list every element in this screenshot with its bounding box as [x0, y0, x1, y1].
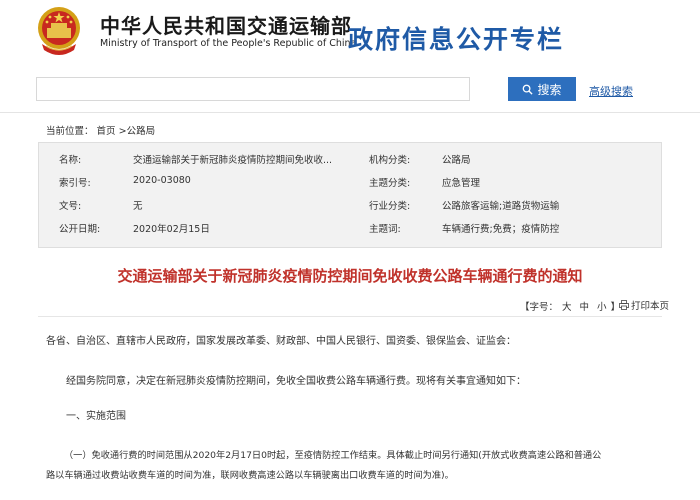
body-paragraph: 各省、自治区、直辖市人民政府，国家发展改革委、财政部、中国人民银行、国资委、银保…	[46, 336, 516, 347]
search-bar: 搜索 高级搜索	[36, 77, 668, 103]
search-input[interactable]	[36, 77, 470, 101]
meta-label: 索引号:	[59, 178, 91, 189]
font-size-label: 【字号：	[520, 302, 559, 313]
ministry-name-cn: 中华人民共和国交通运输部	[100, 14, 352, 38]
site-header: 中华人民共和国交通运输部 Ministry of Transport of th…	[0, 0, 700, 72]
meta-row: 索引号: 2020-03080 主题分类: 应急管理	[39, 175, 663, 197]
meta-value: 2020年02月15日	[133, 224, 210, 235]
ministry-name-en: Ministry of Transport of the People's Re…	[100, 38, 357, 49]
meta-value: 公路局	[442, 155, 471, 166]
search-icon	[523, 84, 534, 95]
meta-value: 无	[133, 201, 143, 212]
meta-label: 主题分类:	[369, 178, 411, 189]
meta-row: 公开日期: 2020年02月15日 主题词: 车辆通行费;免费；疫情防控	[39, 221, 663, 243]
font-size-large[interactable]: 大	[562, 302, 572, 313]
breadcrumb-prefix: 当前位置：	[46, 126, 94, 137]
meta-row: 文号: 无 行业分类: 公路旅客运输;道路货物运输	[39, 198, 663, 220]
printer-icon	[619, 300, 629, 310]
breadcrumb: 当前位置： 首页 >公路局	[46, 123, 155, 137]
meta-label: 文号:	[59, 201, 82, 212]
meta-label: 公开日期:	[59, 224, 101, 235]
meta-label: 名称:	[59, 155, 82, 166]
breadcrumb-current-link[interactable]: 公路局	[127, 126, 156, 137]
title-divider	[38, 316, 662, 317]
breadcrumb-home-link[interactable]: 首页	[97, 126, 116, 137]
breadcrumb-separator: >	[118, 126, 127, 137]
header-divider	[0, 112, 700, 113]
advanced-search-link[interactable]: 高级搜索	[589, 83, 633, 99]
meta-value: 车辆通行费;免费；疫情防控	[442, 224, 560, 235]
meta-value: 应急管理	[442, 178, 481, 189]
meta-value: 公路旅客运输;道路货物运输	[442, 201, 560, 212]
font-size-medium[interactable]: 中	[580, 302, 590, 313]
print-page-label: 打印本页	[631, 301, 670, 312]
meta-value: 交通运输部关于新冠肺炎疫情防控期间免收收...	[133, 155, 333, 166]
font-size-controls: 【字号：大中小】	[520, 299, 620, 313]
body-paragraph: （一）免收通行费的时间范围从2020年2月17日0时起，至疫情防控工作结束。具体…	[64, 450, 602, 461]
print-page-link[interactable]: 打印本页	[619, 298, 669, 312]
national-emblem-icon	[38, 7, 80, 55]
search-button-label: 搜索	[537, 82, 562, 97]
meta-label: 机构分类:	[369, 155, 411, 166]
font-size-small[interactable]: 小	[597, 302, 607, 313]
document-meta-box: 名称: 交通运输部关于新冠肺炎疫情防控期间免收收... 机构分类: 公路局 索引…	[38, 142, 662, 248]
meta-label: 主题词:	[369, 224, 401, 235]
body-paragraph: 经国务院同意，决定在新冠肺炎疫情防控期间，免收全国收费公路车辆通行费。现将有关事…	[66, 376, 526, 387]
body-paragraph: 路以车辆通过收费站收费车道的时间为准，联网收费高速公路以车辆驶离出口收费车道的时…	[46, 470, 454, 481]
section-heading: 一、实施范围	[66, 411, 126, 422]
search-button[interactable]: 搜索	[508, 77, 576, 101]
meta-label: 行业分类:	[369, 201, 411, 212]
meta-value: 2020-03080	[133, 175, 191, 186]
column-title: 政府信息公开专栏	[348, 25, 565, 54]
meta-row: 名称: 交通运输部关于新冠肺炎疫情防控期间免收收... 机构分类: 公路局	[39, 152, 663, 174]
document-title: 交通运输部关于新冠肺炎疫情防控期间免收收费公路车辆通行费的通知	[117, 267, 583, 285]
